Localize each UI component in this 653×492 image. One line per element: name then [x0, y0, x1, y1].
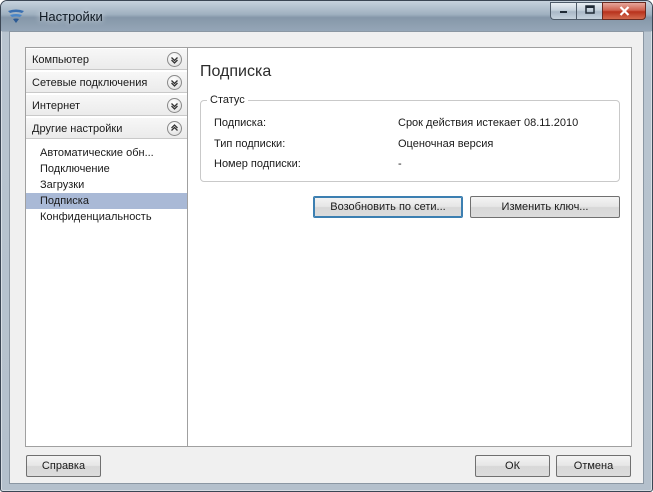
chevron-down-icon[interactable]: [167, 52, 182, 67]
subscription-label: Подписка:: [214, 117, 267, 129]
help-button[interactable]: Справка: [26, 455, 101, 477]
maximize-icon: [584, 5, 595, 17]
sidebar-section-label: Другие настройки: [32, 123, 123, 135]
window-title: Настройки: [39, 9, 103, 24]
subscription-type-label: Тип подписки:: [214, 138, 286, 150]
minimize-icon: [559, 5, 568, 17]
sidebar-item-connection[interactable]: Подключение: [26, 161, 187, 177]
caption-buttons: [550, 2, 646, 20]
ok-button[interactable]: ОК: [475, 455, 550, 477]
sidebar-section-label: Интернет: [32, 100, 80, 112]
sidebar-section-computer[interactable]: Компьютер: [26, 48, 187, 70]
settings-window: Настройки Компьютер Сетевые подключения …: [0, 0, 653, 492]
page-title: Подписка: [200, 63, 272, 80]
close-icon: [619, 5, 630, 18]
sidebar-item-downloads[interactable]: Загрузки: [26, 177, 187, 193]
app-logo-icon: [7, 8, 25, 24]
sidebar-section-label: Сетевые подключения: [32, 77, 148, 89]
subscription-number-label: Номер подписки:: [214, 158, 301, 170]
minimize-button[interactable]: [550, 2, 576, 20]
sidebar-item-subscription[interactable]: Подписка: [26, 193, 187, 209]
chevron-down-icon[interactable]: [167, 75, 182, 90]
chevron-up-icon[interactable]: [167, 121, 182, 136]
renew-online-button[interactable]: Возобновить по сети...: [313, 196, 463, 218]
subscription-value: Срок действия истекает 08.11.2010: [398, 117, 579, 129]
chevron-down-icon[interactable]: [167, 98, 182, 113]
status-group-legend: Статус: [207, 94, 248, 106]
title-bar[interactable]: Настройки: [1, 1, 652, 31]
subscription-type-value: Оценочная версия: [398, 138, 494, 150]
sidebar: Компьютер Сетевые подключения Интернет Д…: [26, 48, 188, 446]
sidebar-item-auto-updates[interactable]: Автоматические обн...: [26, 145, 187, 161]
dialog-client-area: Компьютер Сетевые подключения Интернет Д…: [9, 31, 644, 484]
sidebar-section-internet[interactable]: Интернет: [26, 94, 187, 116]
change-key-button[interactable]: Изменить ключ...: [470, 196, 620, 218]
cancel-button[interactable]: Отмена: [556, 455, 631, 477]
sidebar-section-network[interactable]: Сетевые подключения: [26, 71, 187, 93]
maximize-button[interactable]: [576, 2, 602, 20]
status-group: Статус Подписка: Срок действия истекает …: [200, 94, 620, 182]
subscription-number-value: -: [398, 158, 402, 170]
sidebar-item-privacy[interactable]: Конфиденциальность: [26, 209, 187, 225]
sidebar-section-other-settings[interactable]: Другие настройки: [26, 117, 187, 139]
sidebar-section-label: Компьютер: [32, 54, 89, 66]
main-panel: Подписка Статус Подписка: Срок действия …: [189, 48, 631, 446]
content-frame: Компьютер Сетевые подключения Интернет Д…: [25, 47, 632, 447]
close-button[interactable]: [602, 2, 646, 20]
